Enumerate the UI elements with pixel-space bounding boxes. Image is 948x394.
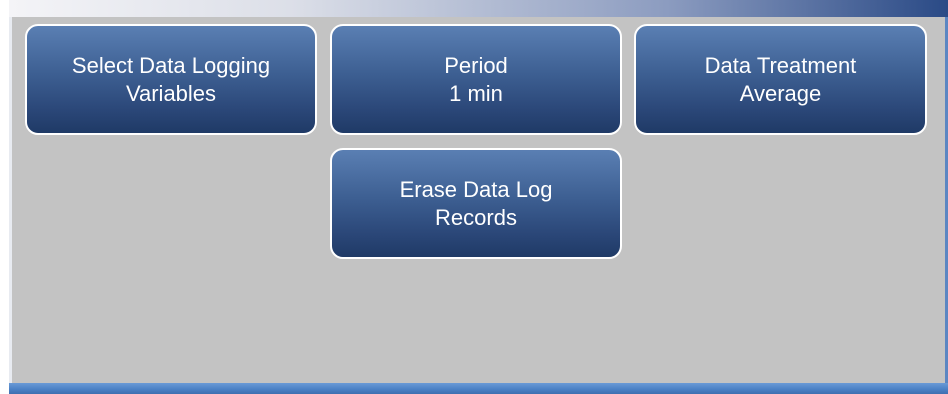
button-label-line1: Select Data Logging [71,52,271,78]
button-label-line1: Period [444,52,508,78]
button-label-line1: Data Treatment [704,52,857,78]
erase-data-log-records-button[interactable]: Erase Data Log Records [330,148,622,259]
left-border [9,17,12,383]
select-data-logging-variables-button[interactable]: Select Data Logging Variables [25,24,317,135]
button-label-line2: Records [435,204,517,230]
title-bar [9,0,948,17]
data-logging-screen: Select Data Logging Variables Period 1 m… [9,0,948,394]
button-label-line1: Erase Data Log [399,176,553,202]
button-label-line2: Variables [125,80,217,106]
period-value: 1 min [449,80,503,106]
period-button[interactable]: Period 1 min [330,24,622,135]
data-treatment-button[interactable]: Data Treatment Average [634,24,927,135]
data-treatment-value: Average [739,80,822,106]
bottom-bar [9,383,948,394]
